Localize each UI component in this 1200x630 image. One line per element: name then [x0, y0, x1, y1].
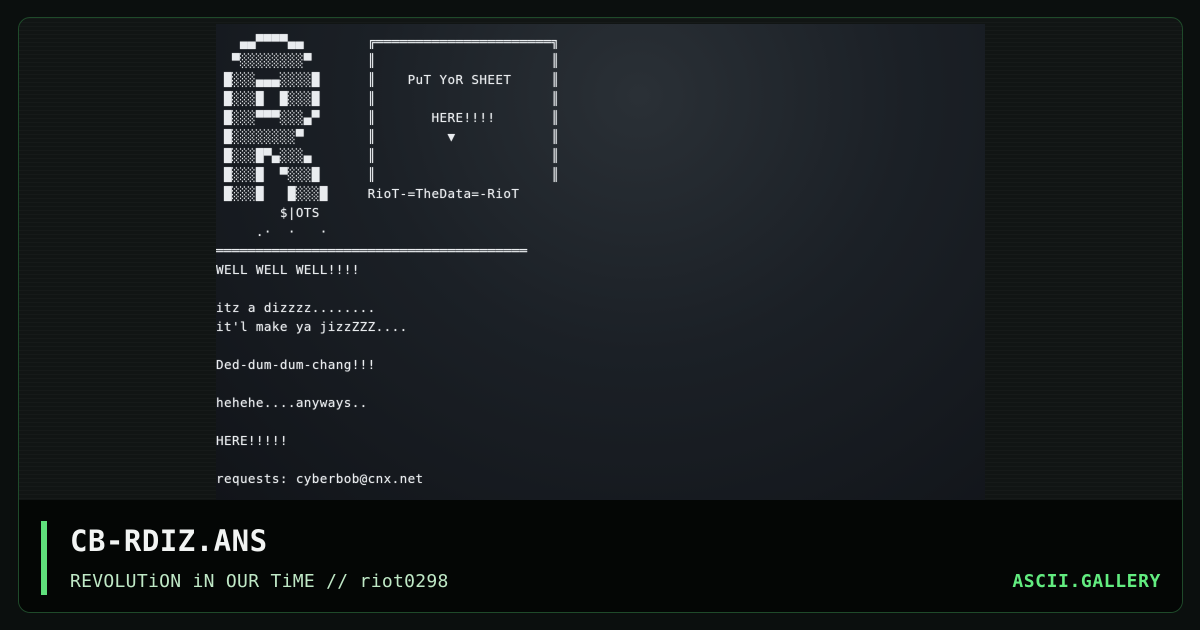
artwork-title: CB-RDIZ.ANS	[70, 524, 268, 558]
caption-bar: CB-RDIZ.ANS REVOLUTiON iN OUR TiME // ri…	[19, 500, 1182, 612]
ansi-artwork: ▄▄▀▀▀▀▄▄ ╔══════════════════════╗ ▀░░░░░…	[216, 24, 985, 502]
site-name[interactable]: ASCII.GALLERY	[1012, 571, 1161, 592]
card-frame: ▄▄▀▀▀▀▄▄ ╔══════════════════════╗ ▀░░░░░…	[18, 17, 1183, 613]
ansi-art-text: ▄▄▀▀▀▀▄▄ ╔══════════════════════╗ ▀░░░░░…	[216, 34, 560, 486]
artwork-subtitle: REVOLUTiON iN OUR TiME // riot0298	[70, 571, 449, 592]
accent-bar	[41, 521, 47, 595]
